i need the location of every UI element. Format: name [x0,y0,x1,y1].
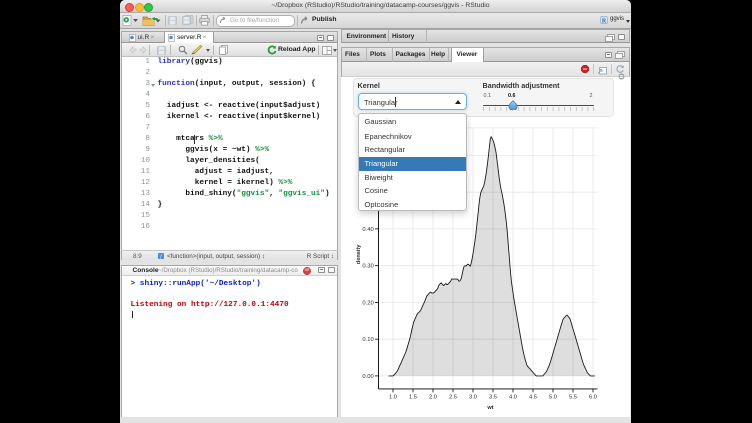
svg-text:R: R [602,18,607,24]
svg-text:6.0: 6.0 [588,394,596,400]
svg-text:0.20: 0.20 [362,300,373,306]
svg-text:density: density [356,244,362,264]
svg-text:0.40: 0.40 [362,227,373,233]
svg-text:1.5: 1.5 [408,394,416,400]
svg-text:0.30: 0.30 [362,264,373,270]
svg-text:1.0: 1.0 [388,394,396,400]
svg-text:5.0: 5.0 [548,394,556,400]
svg-text:2.0: 2.0 [428,394,436,400]
svg-text:2.5: 2.5 [448,394,456,400]
svg-text:3.0: 3.0 [468,394,476,400]
svg-text:3.5: 3.5 [488,394,496,400]
svg-text:5.5: 5.5 [568,394,576,400]
svg-text:4.0: 4.0 [508,394,516,400]
svg-text:0.00: 0.00 [362,374,373,380]
svg-text:wt: wt [486,405,493,411]
svg-text:0.10: 0.10 [362,337,373,343]
svg-text:4.5: 4.5 [528,394,536,400]
